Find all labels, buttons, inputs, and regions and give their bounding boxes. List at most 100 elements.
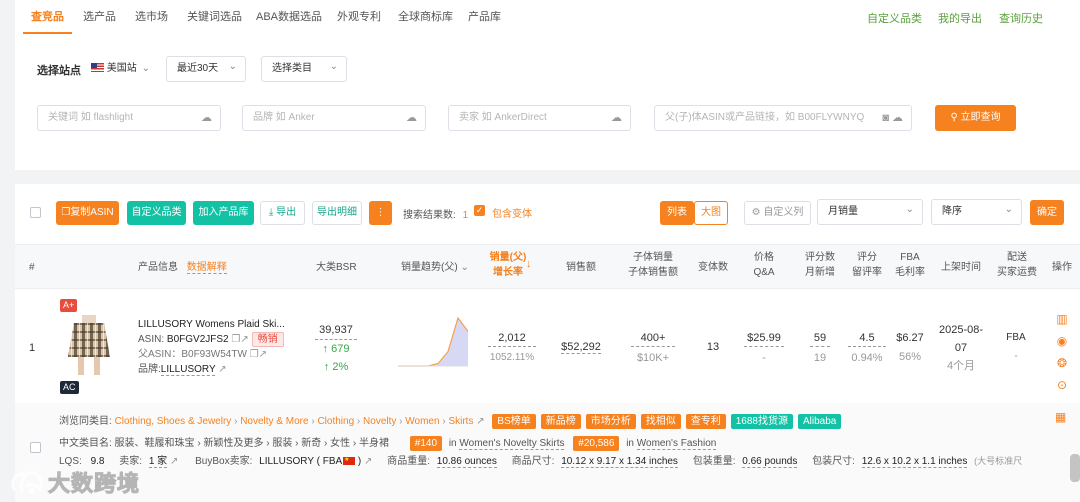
more-menu-icon[interactable]: ⋮ xyxy=(369,201,392,225)
quick-tag-button[interactable]: 找相似 xyxy=(640,414,681,429)
category-path-item[interactable]: Clothing, Shoes & Jewelry xyxy=(115,416,232,427)
bar-chart-icon[interactable]: ▥ xyxy=(1055,308,1069,330)
tab-keyword-select[interactable]: 关键词选品 xyxy=(187,0,242,34)
col-shipping[interactable]: 配送 买家运费 xyxy=(995,250,1039,280)
tab-aba-select[interactable]: ABA数据选品 xyxy=(256,0,322,34)
external-link-icon[interactable]: ↗ xyxy=(364,456,372,467)
parent-asin-value[interactable]: B0F93W54TW xyxy=(181,349,247,360)
calculator-icon[interactable]: ▦ xyxy=(1055,410,1066,424)
product-thumbnail[interactable] xyxy=(66,315,112,375)
child-sales-value[interactable]: 400+ xyxy=(631,330,675,347)
row-checkbox[interactable] xyxy=(30,442,41,453)
product-title[interactable]: LILLUSORY Womens Plaid Ski... xyxy=(138,317,285,332)
col-fba[interactable]: FBA 毛利率 xyxy=(894,250,926,280)
col-price[interactable]: 价格 Q&A xyxy=(748,250,780,280)
upload-cloud-icon[interactable]: ☁ xyxy=(201,106,212,130)
quick-tag-button[interactable]: 1688找货源 xyxy=(730,414,793,429)
data-explain-link[interactable]: 数据解释 xyxy=(186,262,227,274)
asin-input[interactable]: 父(子)体ASIN或产品链接，如 B00FLYWNYQ ◙ ☁ xyxy=(654,105,912,131)
upload-cloud-icon[interactable]: ☁ xyxy=(611,106,622,130)
upload-cloud-icon[interactable]: ☁ xyxy=(406,106,417,130)
quick-tag-button[interactable]: 查专利 xyxy=(685,414,726,429)
query-button-label: 立即查询 xyxy=(960,112,1001,123)
my-export-link[interactable]: 我的导出 xyxy=(938,0,982,34)
col-listed[interactable]: 上架时间 xyxy=(937,260,985,275)
score-value[interactable]: 4.5 xyxy=(848,330,886,347)
revenue-value[interactable]: $52,292 xyxy=(561,341,601,354)
col-sales-trend[interactable]: 销量趋势(父) ⌄ xyxy=(401,260,469,275)
col-action: 操作 xyxy=(1052,262,1072,273)
quick-tag-button[interactable]: Alibaba xyxy=(798,414,842,429)
copy-asin-button[interactable]: ❐复制ASIN xyxy=(56,201,119,225)
seller-input[interactable]: 卖家 如 AnkerDirect ☁ xyxy=(448,105,631,131)
tab-select-product[interactable]: 选产品 xyxy=(83,0,116,34)
camera-icon[interactable]: ◙ xyxy=(882,106,889,130)
quick-tag-button[interactable]: 新品榜 xyxy=(540,414,581,429)
col-score[interactable]: 评分 留评率 xyxy=(850,250,884,280)
location-icon[interactable]: ◉ xyxy=(1055,330,1069,352)
sellers-value[interactable]: 1 家 xyxy=(148,456,168,468)
tab-design-patent[interactable]: 外观专利 xyxy=(337,0,381,34)
external-link-icon[interactable]: ↗ xyxy=(170,456,178,467)
more-circle-icon[interactable]: ⊙ xyxy=(1055,374,1069,396)
category-path-item[interactable]: Clothing xyxy=(317,416,354,427)
price-value[interactable]: $25.99 xyxy=(744,330,784,347)
period-select[interactable]: 最近30天 ⌄ xyxy=(166,56,246,82)
category-path-item[interactable]: Novelty xyxy=(363,416,396,427)
sales-value[interactable]: 2,012 xyxy=(488,330,536,347)
col-variants[interactable]: 变体数 xyxy=(695,260,731,275)
external-link-icon[interactable]: ↗ xyxy=(240,334,248,345)
external-link-icon[interactable]: ↗ xyxy=(259,349,267,360)
copy-icon[interactable]: ❐ xyxy=(250,349,259,360)
col-bsr[interactable]: 大类BSR xyxy=(316,260,357,275)
period-value: 最近30天 xyxy=(177,63,219,74)
view-grid-button[interactable]: 大图 xyxy=(694,201,728,225)
col-rating-count[interactable]: 评分数 月新增 xyxy=(802,250,838,280)
bsr-value[interactable]: 39,937 xyxy=(315,321,357,340)
query-button[interactable]: ⚲ 立即查询 xyxy=(935,105,1016,131)
rank1-category[interactable]: Women's Novelty Skirts xyxy=(459,438,565,450)
asin-value[interactable]: B0FGV2JFS2 xyxy=(167,334,229,345)
upload-cloud-icon[interactable]: ☁ xyxy=(892,106,903,130)
sort-order-select[interactable]: 降序 ⌄ xyxy=(931,199,1022,225)
category-select[interactable]: 选择类目 ⌄ xyxy=(261,56,347,82)
quick-tag-button[interactable]: 市场分析 xyxy=(585,414,636,429)
ratings-value[interactable]: 59 xyxy=(810,330,830,347)
include-variants-checkbox[interactable]: ✓ xyxy=(474,205,485,216)
tab-select-market[interactable]: 选市场 xyxy=(135,0,168,34)
export-detail-button[interactable]: 导出明细 xyxy=(312,201,362,225)
rank2-category[interactable]: Women's Fashion xyxy=(636,438,717,450)
brand-input[interactable]: 品牌 如 Anker ☁ xyxy=(242,105,426,131)
confirm-button[interactable]: 确定 xyxy=(1030,200,1064,225)
tab-product-library[interactable]: 产品库 xyxy=(468,0,501,34)
custom-category-link[interactable]: 自定义品类 xyxy=(867,0,922,34)
variants-value[interactable]: 13 xyxy=(703,339,723,355)
station-select[interactable]: 美国站 ⌄ xyxy=(91,56,150,82)
custom-columns-button[interactable]: ⚙ 自定义列 xyxy=(744,201,811,225)
external-link-icon[interactable]: ↗ xyxy=(218,364,226,375)
copy-icon[interactable]: ❐ xyxy=(231,334,240,345)
select-all-checkbox[interactable] xyxy=(30,207,41,218)
tab-competitor[interactable]: 查竞品 xyxy=(23,0,72,34)
category-path-item[interactable]: Novelty & More xyxy=(240,416,308,427)
category-path-item[interactable]: Women xyxy=(405,416,439,427)
col-child[interactable]: 子体销量 子体销售额 xyxy=(625,250,681,280)
external-link-icon[interactable]: ↗ xyxy=(476,416,484,427)
query-history-link[interactable]: 查询历史 xyxy=(999,0,1043,34)
scrollbar-thumb[interactable] xyxy=(1070,454,1080,482)
add-library-button[interactable]: 加入产品库 xyxy=(193,201,254,225)
custom-category-button[interactable]: 自定义品类 xyxy=(127,201,186,225)
export-button[interactable]: ⤓ 导出 xyxy=(260,201,305,225)
brand-value[interactable]: LILLUSORY xyxy=(160,364,216,376)
target-icon[interactable]: ❂ xyxy=(1055,352,1069,374)
col-revenue[interactable]: 销售额 xyxy=(558,260,604,275)
category-path: Clothing, Shoes & Jewelry › Novelty & Mo… xyxy=(115,416,474,427)
view-list-button[interactable]: 列表 xyxy=(660,201,694,225)
col-ship-l1: 配送 xyxy=(1007,252,1027,263)
sort-field-select[interactable]: 月销量 ⌄ xyxy=(817,199,923,225)
quick-tag-button[interactable]: BS榜单 xyxy=(492,414,536,429)
keyword-input[interactable]: 关键词 如 flashlight ☁ xyxy=(37,105,221,131)
tab-trademark[interactable]: 全球商标库 xyxy=(398,0,453,34)
category-path-item[interactable]: Skirts xyxy=(448,416,473,427)
sales-trend-chart[interactable] xyxy=(398,314,469,370)
